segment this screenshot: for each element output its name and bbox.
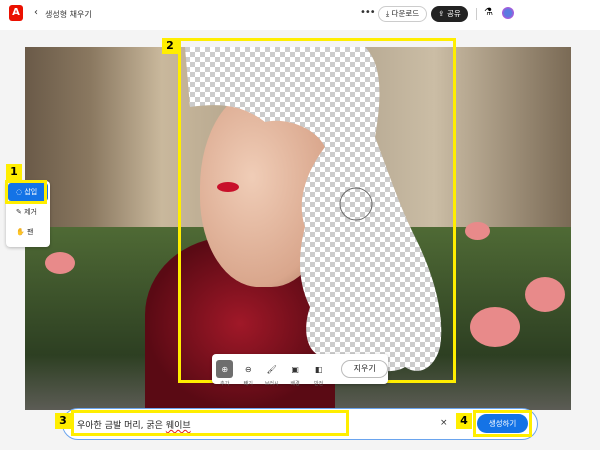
annotation-box-2: [178, 38, 456, 383]
avatar[interactable]: [502, 7, 514, 19]
invert-button[interactable]: ◧ 반전: [310, 360, 327, 388]
invert-icon: ◧: [314, 364, 323, 374]
annotation-number: 4: [456, 413, 472, 429]
share-icon: ⇪: [438, 9, 445, 18]
clear-prompt-button[interactable]: ×: [440, 418, 448, 428]
annotation-number: 1: [6, 164, 22, 180]
background-icon: ▣: [291, 364, 299, 374]
annotation-box-3: [71, 410, 349, 436]
annotation-number: 3: [55, 413, 71, 429]
brush-icon: 🖌: [266, 364, 277, 374]
sidebar-item-remove[interactable]: ✎ 제거: [8, 203, 48, 221]
top-bar: A ‹ 생성형 채우기 ••• ⤓ 다운로드 ⇪ 공유 ⚗: [0, 0, 600, 30]
download-icon: ⤓: [385, 9, 390, 18]
brush-button[interactable]: 🖌 브러시: [263, 360, 280, 388]
back-chevron-icon[interactable]: ‹: [34, 7, 38, 18]
subtract-button[interactable]: ⊖ 빼기: [239, 360, 256, 388]
erase-button[interactable]: 지우기: [341, 360, 388, 378]
brush-toolbar: ⊕ 추가 ⊖ 빼기 🖌 브러시 ▣ 배경 ◧ 반전 지우기: [212, 354, 388, 388]
subtract-icon: ⊖: [244, 364, 252, 374]
add-button[interactable]: ⊕ 추가: [216, 360, 234, 387]
hand-icon: ✋: [16, 228, 25, 236]
add-icon: ⊕: [221, 364, 229, 374]
share-button[interactable]: ⇪ 공유: [431, 6, 468, 22]
annotation-number: 2: [162, 38, 178, 54]
sidebar-item-pan[interactable]: ✋ 팬: [8, 223, 48, 241]
divider: [476, 8, 477, 20]
flask-icon[interactable]: ⚗: [484, 7, 493, 18]
annotation-box-1: [5, 180, 47, 204]
adobe-logo[interactable]: A: [9, 5, 23, 21]
download-button[interactable]: ⤓ 다운로드: [378, 6, 427, 22]
more-options-button[interactable]: •••: [360, 7, 376, 18]
annotation-box-4: [473, 410, 532, 437]
page-title: 생성형 채우기: [45, 10, 92, 19]
background-button[interactable]: ▣ 배경: [286, 360, 303, 388]
remove-icon: ✎: [16, 208, 22, 216]
